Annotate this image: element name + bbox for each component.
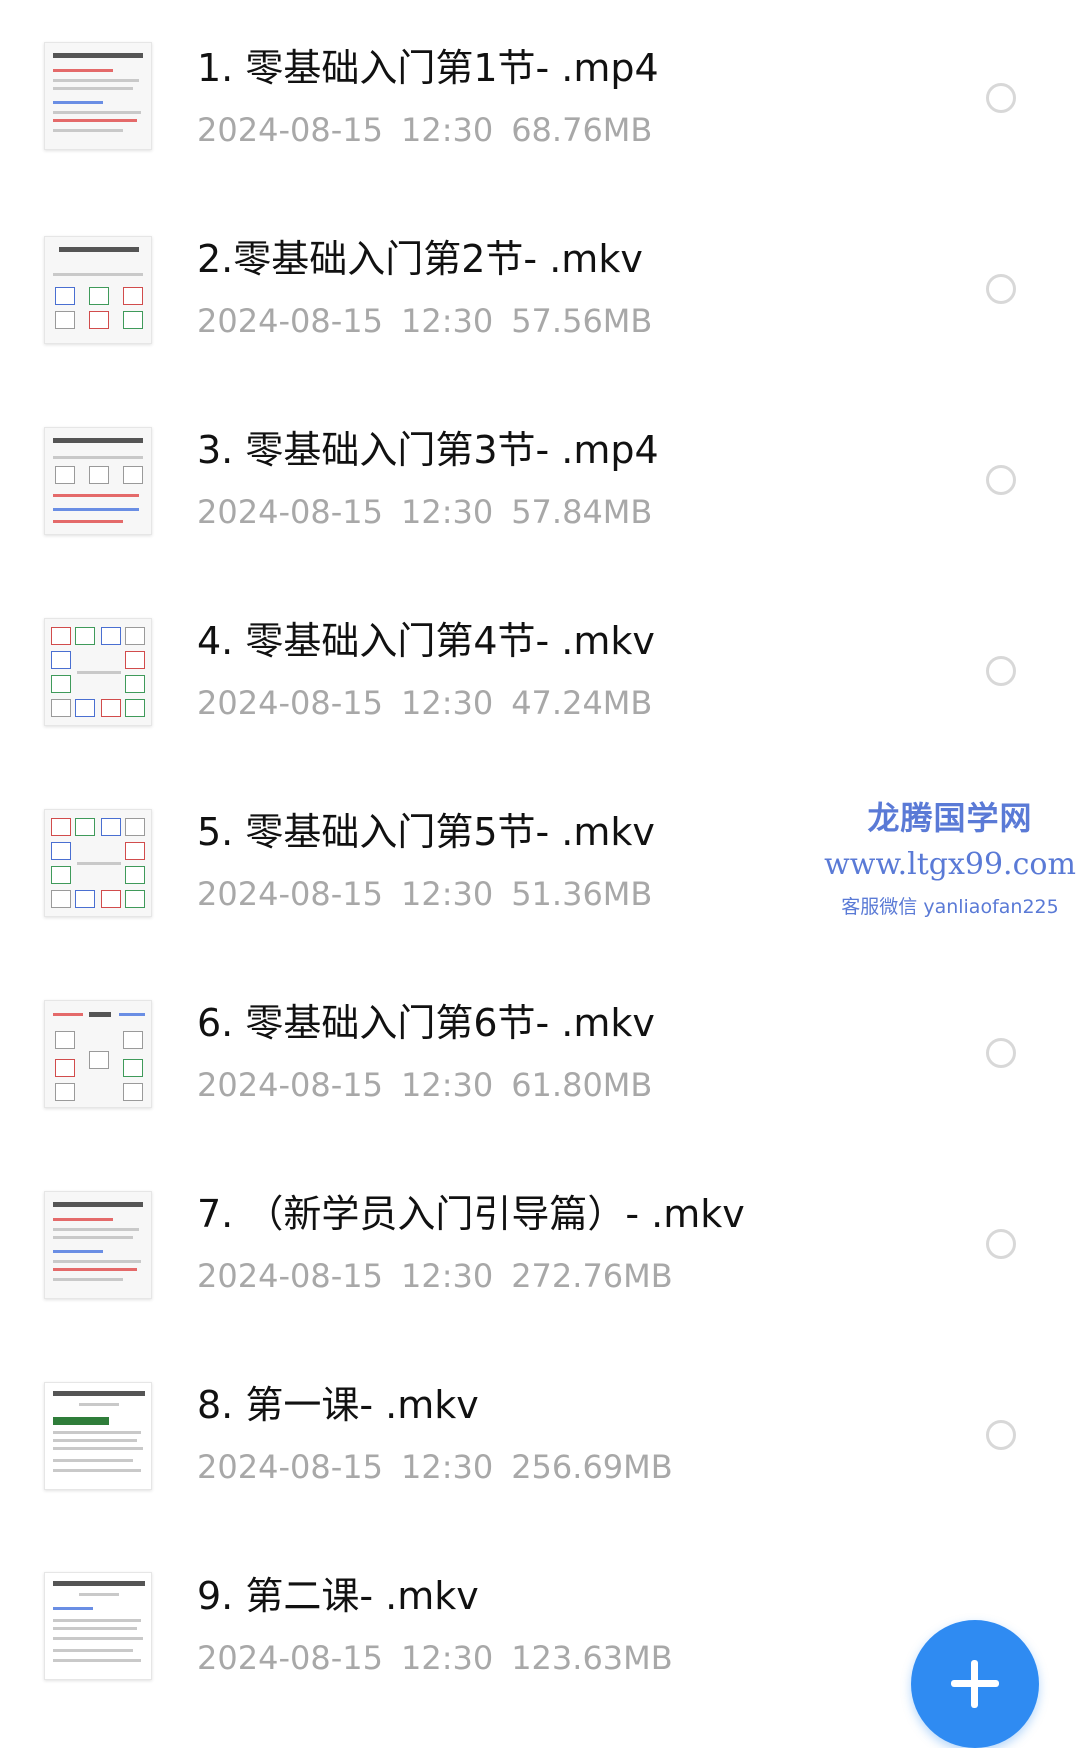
watermark-url: www.ltgx99.com (824, 847, 1076, 882)
select-radio[interactable] (986, 1229, 1016, 1259)
table-thumbnail-icon (44, 427, 152, 535)
select-radio[interactable] (986, 465, 1016, 495)
file-item[interactable]: 3. 零基础入门第3节- .mp4 2024-08-15 12:30 57.84MB (0, 382, 1080, 573)
file-meta: 2024-08-15 12:30 51.36MB (197, 875, 652, 913)
file-name: 1. 零基础入门第1节- .mp4 (197, 46, 659, 90)
file-meta: 2024-08-15 12:30 61.80MB (197, 1066, 652, 1104)
file-size: 256.69MB (511, 1448, 673, 1486)
file-item[interactable]: 8. 第一课- .mkv 2024-08-15 12:30 256.69MB (0, 1337, 1080, 1528)
file-time: 12:30 (400, 1066, 494, 1104)
file-time: 12:30 (400, 875, 494, 913)
file-name: 4. 零基础入门第4节- .mkv (197, 619, 655, 663)
file-item[interactable]: 2.零基础入门第2节- .mkv 2024-08-15 12:30 57.56MB (0, 191, 1080, 382)
file-size: 61.80MB (511, 1066, 653, 1104)
document-thumbnail-icon (44, 1382, 152, 1490)
file-size: 57.84MB (511, 493, 653, 531)
file-item[interactable]: 6. 零基础入门第6节- .mkv 2024-08-15 12:30 61.80MB (0, 955, 1080, 1146)
file-date: 2024-08-15 (197, 302, 383, 340)
select-radio[interactable] (986, 656, 1016, 686)
document-thumbnail-icon (44, 1572, 152, 1680)
file-item[interactable]: 7. （新学员入门引导篇）- .mkv 2024-08-15 12:30 272.7… (0, 1146, 1080, 1337)
chart-grid-thumbnail-icon (44, 618, 152, 726)
file-date: 2024-08-15 (197, 1257, 383, 1295)
file-item[interactable]: 1. 零基础入门第1节- .mp4 2024-08-15 12:30 68.76MB (0, 0, 1080, 191)
select-radio[interactable] (986, 274, 1016, 304)
file-date: 2024-08-15 (197, 1639, 383, 1677)
file-time: 12:30 (400, 1448, 494, 1486)
select-radio[interactable] (986, 1038, 1016, 1068)
select-radio[interactable] (986, 83, 1016, 113)
file-name: 8. 第一课- .mkv (197, 1383, 479, 1427)
add-button[interactable] (911, 1620, 1039, 1748)
file-date: 2024-08-15 (197, 493, 383, 531)
file-name: 5. 零基础入门第5节- .mkv (197, 810, 655, 854)
file-size: 57.56MB (511, 302, 653, 340)
table-thumbnail-icon (44, 236, 152, 344)
file-size: 47.24MB (511, 684, 653, 722)
file-meta: 2024-08-15 12:30 123.63MB (197, 1639, 673, 1677)
file-name: 9. 第二课- .mkv (197, 1574, 479, 1618)
watermark: 龙腾国学网 www.ltgx99.com 客服微信 yanliaofan225 (820, 798, 1080, 928)
file-meta: 2024-08-15 12:30 57.56MB (197, 302, 652, 340)
file-size: 68.76MB (511, 111, 653, 149)
file-time: 12:30 (400, 684, 494, 722)
file-name: 7. （新学员入门引导篇）- .mkv (197, 1192, 745, 1236)
file-meta: 2024-08-15 12:30 272.76MB (197, 1257, 673, 1295)
select-radio[interactable] (986, 1420, 1016, 1450)
file-time: 12:30 (400, 1257, 494, 1295)
file-size: 51.36MB (511, 875, 653, 913)
file-meta: 2024-08-15 12:30 68.76MB (197, 111, 652, 149)
file-time: 12:30 (400, 1639, 494, 1677)
file-meta: 2024-08-15 12:30 47.24MB (197, 684, 652, 722)
chart-grid-thumbnail-icon (44, 809, 152, 917)
diagram-thumbnail-icon (44, 1000, 152, 1108)
file-meta: 2024-08-15 12:30 256.69MB (197, 1448, 673, 1486)
file-item[interactable]: 4. 零基础入门第4节- .mkv 2024-08-15 12:30 47.24MB (0, 573, 1080, 764)
file-name: 6. 零基础入门第6节- .mkv (197, 1001, 655, 1045)
file-meta: 2024-08-15 12:30 57.84MB (197, 493, 652, 531)
file-size: 123.63MB (511, 1639, 673, 1677)
file-date: 2024-08-15 (197, 1448, 383, 1486)
file-time: 12:30 (400, 302, 494, 340)
file-date: 2024-08-15 (197, 684, 383, 722)
file-time: 12:30 (400, 493, 494, 531)
file-time: 12:30 (400, 111, 494, 149)
document-thumbnail-icon (44, 1191, 152, 1299)
file-name: 3. 零基础入门第3节- .mp4 (197, 428, 659, 472)
file-date: 2024-08-15 (197, 1066, 383, 1104)
watermark-contact: 客服微信 yanliaofan225 (841, 896, 1059, 918)
file-name: 2.零基础入门第2节- .mkv (197, 237, 643, 281)
file-date: 2024-08-15 (197, 111, 383, 149)
file-size: 272.76MB (511, 1257, 673, 1295)
file-date: 2024-08-15 (197, 875, 383, 913)
document-thumbnail-icon (44, 42, 152, 150)
watermark-title: 龙腾国学网 (867, 799, 1033, 837)
